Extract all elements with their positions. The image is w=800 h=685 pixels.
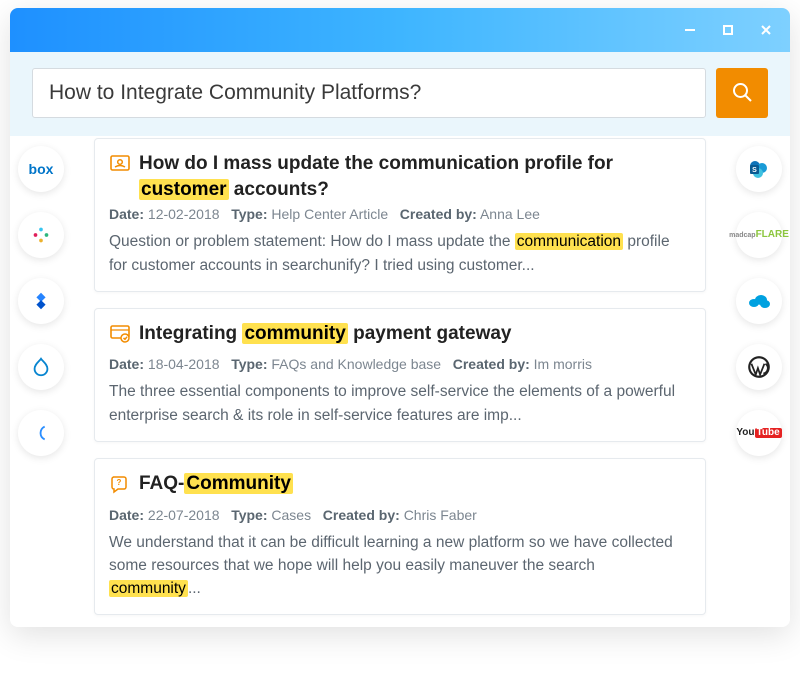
titlebar bbox=[10, 8, 790, 52]
meta-date: 18-04-2018 bbox=[148, 356, 220, 372]
meta-type-label: Type: bbox=[231, 356, 267, 372]
snippet-pre: Question or problem statement: How do I … bbox=[109, 233, 515, 250]
snippet-post: ... bbox=[188, 580, 201, 597]
meta-type-label: Type: bbox=[231, 507, 267, 523]
title-pre: FAQ- bbox=[139, 473, 184, 494]
meta-author-label: Created by: bbox=[400, 206, 477, 222]
meta-author: Anna Lee bbox=[480, 206, 540, 222]
result-meta: Date: 22-07-2018 Type: Cases Created by:… bbox=[109, 507, 689, 523]
window-close-button[interactable] bbox=[758, 22, 774, 38]
snippet-pre: The three essential components to improv… bbox=[109, 383, 675, 423]
result-title[interactable]: Integrating community payment gateway bbox=[109, 321, 689, 353]
source-sharepoint-icon[interactable]: S bbox=[736, 146, 782, 192]
source-salesforce-icon[interactable] bbox=[736, 278, 782, 324]
window-minimize-button[interactable] bbox=[682, 22, 698, 38]
meta-type: Cases bbox=[271, 507, 311, 523]
case-icon: ? bbox=[109, 473, 131, 503]
meta-author: Im morris bbox=[534, 356, 592, 372]
source-youtube-icon[interactable]: YouTube bbox=[736, 410, 782, 456]
source-wordpress-icon[interactable] bbox=[736, 344, 782, 390]
meta-date: 22-07-2018 bbox=[148, 507, 220, 523]
snippet-highlight: community bbox=[109, 580, 188, 597]
result-snippet: Question or problem statement: How do I … bbox=[109, 230, 689, 277]
window-maximize-button[interactable] bbox=[720, 22, 736, 38]
meta-type: FAQs and Knowledge base bbox=[271, 356, 441, 372]
source-drupal-icon[interactable] bbox=[18, 344, 64, 390]
result-list: How do I mass update the communication p… bbox=[94, 138, 706, 615]
sources-right: S madcapFLARE YouTube bbox=[736, 146, 782, 627]
result-title[interactable]: ? FAQ-Community bbox=[109, 471, 689, 503]
source-box-icon[interactable]: box bbox=[18, 146, 64, 192]
meta-date: 12-02-2018 bbox=[148, 206, 220, 222]
meta-date-label: Date: bbox=[109, 356, 144, 372]
title-highlight: Community bbox=[184, 473, 293, 494]
source-jira-icon[interactable] bbox=[18, 278, 64, 324]
result-snippet: We understand that it can be difficult l… bbox=[109, 531, 689, 601]
search-input[interactable] bbox=[32, 68, 706, 118]
result-snippet: The three essential components to improv… bbox=[109, 380, 689, 427]
sources-left: box bbox=[18, 146, 64, 627]
source-slack-icon[interactable] bbox=[18, 212, 64, 258]
search-icon bbox=[730, 80, 754, 107]
meta-date-label: Date: bbox=[109, 507, 144, 523]
meta-type: Help Center Article bbox=[271, 206, 388, 222]
title-pre: How do I mass update the communication p… bbox=[139, 153, 613, 174]
article-icon bbox=[109, 153, 131, 183]
result-card: How do I mass update the communication p… bbox=[94, 138, 706, 292]
meta-date-label: Date: bbox=[109, 206, 144, 222]
source-flare-icon[interactable]: madcapFLARE bbox=[736, 212, 782, 258]
app-window: box S madcapFLARE bbox=[10, 8, 790, 627]
title-highlight: community bbox=[242, 323, 347, 344]
search-bar bbox=[10, 52, 790, 136]
result-card: Integrating community payment gateway Da… bbox=[94, 308, 706, 442]
result-meta: Date: 12-02-2018 Type: Help Center Artic… bbox=[109, 206, 689, 222]
source-curve-icon[interactable] bbox=[18, 410, 64, 456]
title-pre: Integrating bbox=[139, 323, 242, 344]
result-title[interactable]: How do I mass update the communication p… bbox=[109, 151, 689, 202]
search-button[interactable] bbox=[716, 68, 768, 118]
meta-author: Chris Faber bbox=[404, 507, 477, 523]
snippet-pre: We understand that it can be difficult l… bbox=[109, 534, 673, 574]
snippet-highlight: communication bbox=[515, 233, 623, 250]
title-post: payment gateway bbox=[348, 323, 512, 344]
svg-text:?: ? bbox=[117, 478, 122, 487]
svg-text:S: S bbox=[752, 167, 757, 174]
results-area: box S madcapFLARE bbox=[10, 136, 790, 627]
meta-author-label: Created by: bbox=[453, 356, 530, 372]
result-card: ? FAQ-Community Date: 22-07-2018 Type: C… bbox=[94, 458, 706, 615]
title-post: accounts? bbox=[229, 179, 329, 200]
kb-icon bbox=[109, 323, 131, 353]
meta-type-label: Type: bbox=[231, 206, 267, 222]
result-meta: Date: 18-04-2018 Type: FAQs and Knowledg… bbox=[109, 356, 689, 372]
title-highlight: customer bbox=[139, 179, 229, 200]
meta-author-label: Created by: bbox=[323, 507, 400, 523]
